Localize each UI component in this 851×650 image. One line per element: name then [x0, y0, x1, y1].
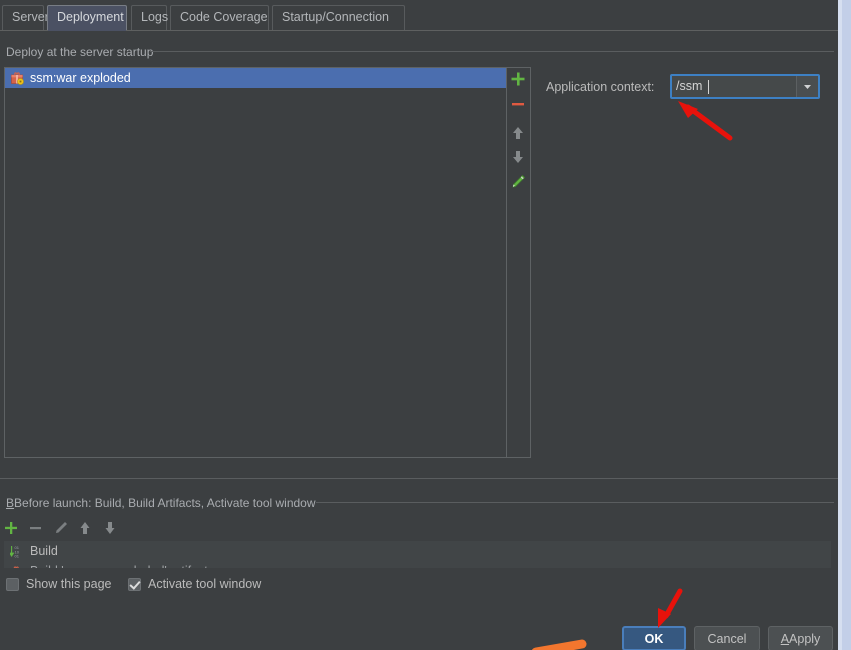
deployment-panel: ssm:war exploded	[4, 67, 531, 458]
before-launch-task-list[interactable]: 01 10 01 Build Build 'ssm:war exploded' …	[4, 541, 831, 568]
deployment-toolbar	[506, 68, 530, 457]
tab-startup-connection[interactable]: Startup/Connection	[272, 5, 405, 30]
deploy-group-separator	[150, 51, 834, 52]
add-artifact-button[interactable]	[508, 69, 528, 89]
move-down-button	[508, 147, 528, 167]
show-this-page-label: Show this page	[26, 577, 112, 591]
list-item[interactable]: Build 'ssm:war exploded' artifact	[4, 561, 831, 568]
svg-text:01: 01	[15, 554, 20, 559]
tab-deployment[interactable]: Deployment	[47, 5, 127, 31]
config-tab-bar: Server Deployment Logs Code Coverage Sta…	[0, 0, 838, 31]
window-edge-highlight	[838, 0, 842, 650]
activate-tool-window-checkbox[interactable]: Activate tool window	[128, 577, 261, 591]
edit-artifact-button[interactable]	[508, 172, 528, 192]
bl-move-up-button	[76, 519, 94, 537]
application-context-combobox[interactable]	[670, 74, 820, 99]
cancel-button-label: Cancel	[707, 631, 747, 646]
cancel-button[interactable]: Cancel	[694, 626, 760, 650]
tab-code-coverage[interactable]: Code Coverage	[170, 5, 269, 30]
tab-logs-label: Logs	[141, 10, 169, 24]
list-item-label: Build 'ssm:war exploded' artifact	[30, 561, 208, 568]
tab-code-coverage-label: Code Coverage	[180, 10, 268, 24]
chevron-down-icon[interactable]	[796, 76, 818, 97]
deploy-group-title: Deploy at the server startup	[6, 45, 154, 59]
before-launch-mnemonic: B	[6, 496, 15, 510]
window-edge-strip	[838, 0, 851, 650]
activate-tool-window-label: Activate tool window	[148, 577, 262, 591]
show-this-page-checkbox[interactable]: Show this page	[6, 577, 111, 591]
bl-remove-button	[27, 519, 45, 537]
arrow-partial-bottom	[531, 639, 587, 650]
text-caret	[708, 80, 709, 94]
ok-button-label: OK	[644, 631, 664, 646]
artifact-icon	[10, 565, 23, 568]
arrow-to-application-context	[678, 101, 733, 141]
bl-add-button[interactable]	[2, 519, 20, 537]
apply-button-mnemonic: A	[780, 631, 790, 646]
deployment-artifact-list[interactable]: ssm:war exploded	[5, 68, 507, 457]
remove-artifact-button[interactable]	[508, 94, 528, 114]
checkbox-box[interactable]	[6, 577, 19, 591]
apply-button[interactable]: A Apply	[768, 626, 833, 650]
checkbox-box[interactable]	[128, 577, 141, 591]
tab-deployment-label: Deployment	[57, 10, 124, 24]
tab-startup-connection-label: Startup/Connection	[282, 10, 390, 24]
before-launch-toolbar	[2, 518, 142, 538]
artifact-icon	[10, 71, 24, 85]
application-context-input[interactable]	[672, 76, 798, 97]
list-item[interactable]: ssm:war exploded	[5, 68, 506, 88]
before-launch-separator	[316, 502, 834, 503]
tab-server-label: Server	[12, 10, 49, 24]
list-item-label: Build	[30, 544, 58, 558]
application-context-label: Application context:	[546, 80, 655, 94]
run-debug-configurations-dialog: Server Deployment Logs Code Coverage Sta…	[0, 0, 838, 650]
tab-logs[interactable]: Logs	[131, 5, 169, 30]
move-up-button	[508, 123, 528, 143]
list-item-label: ssm:war exploded	[30, 71, 131, 85]
list-item[interactable]: 01 10 01 Build	[4, 541, 831, 561]
before-launch-title-rest: Before launch: Build, Build Artifacts, A…	[14, 496, 316, 510]
bl-move-down-button	[101, 519, 119, 537]
before-launch-title: BBefore launch: Build, Build Artifacts, …	[6, 496, 316, 510]
section-divider	[0, 478, 838, 479]
compile-icon: 01 10 01	[10, 544, 23, 558]
bl-edit-button	[52, 519, 70, 537]
ok-button[interactable]: OK	[622, 626, 686, 650]
tab-server[interactable]: Server	[2, 5, 49, 30]
